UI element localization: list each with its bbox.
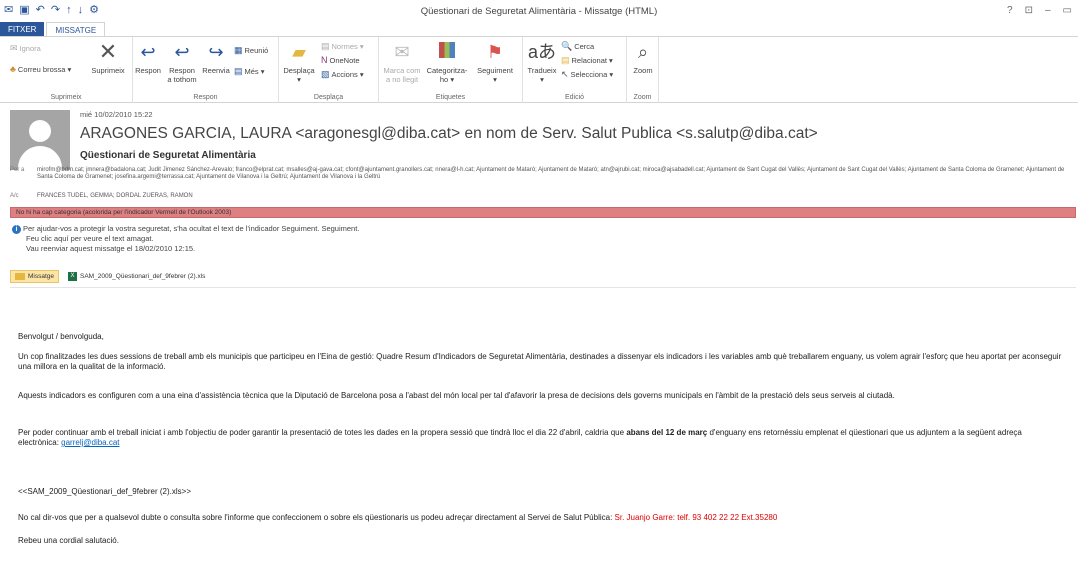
normes-button[interactable]: ▤ Normes ▾ — [321, 41, 364, 52]
window-title: Qüestionari de Seguretat Alimentària - M… — [420, 6, 658, 17]
email-link[interactable]: garrelj@diba.cat — [61, 438, 119, 447]
marca-no-llegit-button[interactable]: ✉ Marca com a no llegit — [381, 41, 423, 84]
ignore-icon: ✉ — [10, 43, 18, 53]
paragraph-2: Aquests indicadors es configuren com a u… — [18, 391, 895, 400]
correu-brossa-button[interactable]: ♣ Correu brossa ▾ — [10, 64, 71, 75]
attachment-message[interactable]: Missatge — [10, 270, 60, 283]
meeting-icon: ▦ — [234, 45, 243, 55]
info-icon: i — [12, 225, 21, 234]
translate-icon: aあ — [527, 42, 556, 62]
flag-icon: ⚑ — [486, 42, 504, 62]
cerca-button[interactable]: 🔍 Cerca — [561, 41, 594, 52]
paragraph-1: Un cop finalitzades les dues sessions de… — [18, 352, 1062, 371]
paragraph-4: No cal dir-vos que per a qualsevol dubte… — [18, 513, 778, 522]
suprimeix-button[interactable]: ✕ Suprimeix — [88, 39, 128, 76]
actions-icon: ▧ — [321, 69, 330, 79]
tab-fitxer[interactable]: FITXER — [0, 22, 45, 37]
respon-button[interactable]: ↩ Respon — [133, 41, 163, 75]
sender-line[interactable]: ARAGONES GARCIA, LAURA <aragonesgl@diba.… — [80, 125, 818, 143]
accions-button[interactable]: ▧ Accions ▾ — [321, 69, 364, 80]
cc-list[interactable]: FRANCES TUDEL, GEMMA; DORDAL ZUERAS, RAM… — [37, 193, 1077, 200]
junk-icon: ♣ — [10, 64, 16, 74]
onenote-button[interactable]: N OneNote — [321, 55, 360, 66]
tab-missatge[interactable]: MISSATGE — [46, 22, 106, 37]
to-label: Per a — [10, 167, 25, 173]
tradueix-button[interactable]: aあ Tradueix ▾ — [525, 41, 559, 84]
reenvia-button[interactable]: ↪ Reenvia — [200, 41, 232, 75]
group-suprimeix: ✉ Ignora ♣ Correu brossa ▾ ✕ Suprimeix Sup… — [0, 37, 133, 103]
minimize-button[interactable]: – — [1045, 5, 1051, 16]
more-icon: ▤ — [234, 66, 243, 76]
move-folder-icon: ▰ — [292, 42, 306, 62]
reply-icon: ↩ — [140, 42, 156, 62]
group-zoom: ⌕ Zoom Zoom — [627, 37, 659, 103]
category-infobar: No hi ha cap categoria (acolorida per l'… — [10, 207, 1076, 218]
desplaca-button[interactable]: ▰ Desplaça ▾ — [281, 41, 317, 84]
relacionat-button[interactable]: ▤ Relacionat ▾ — [561, 55, 613, 66]
group-desplaca: ▰ Desplaça ▾ ▤ Normes ▾ N OneNote ▧ Accions … — [279, 37, 379, 103]
sent-date: mié 10/02/2010 15:22 — [80, 110, 153, 119]
excel-icon: X — [68, 272, 78, 281]
header-divider — [10, 287, 1076, 288]
find-icon: 🔍 — [561, 41, 573, 51]
delete-icon: ✕ — [98, 39, 118, 64]
maximize-button[interactable]: ▭ — [1063, 5, 1072, 16]
help-button[interactable]: ? — [1007, 5, 1013, 16]
magnifier-icon: ⌕ — [637, 42, 649, 62]
group-edicio: aあ Tradueix ▾ 🔍 Cerca ▤ Relacionat ▾ ↖ Selec… — [523, 37, 627, 103]
message-subject: Qüestionari de Seguretat Alimentària — [80, 150, 256, 161]
closing: Rebeu una cordial salutació. — [18, 536, 119, 545]
ignora-button[interactable]: ✉ Ignora — [10, 43, 41, 54]
ribbon: ✉ Ignora ♣ Correu brossa ▾ ✕ Suprimeix Sup… — [0, 36, 1078, 103]
reply-all-icon: ↩ — [174, 42, 190, 62]
attachment-bar: Missatge X SAM_2009_Qüestionari_def_9feb… — [10, 270, 210, 283]
related-icon: ▤ — [561, 55, 570, 65]
security-notice[interactable]: i Per ajudar-vos a protegir la vostra seg… — [12, 224, 359, 254]
ribbon-tabs: FITXER MISSATGE — [0, 22, 106, 37]
forward-icon: ↪ — [208, 42, 224, 62]
group-respon: ↩ Respon ↩ Respon a tothom ↪ Reenvia ▦ Reu… — [133, 37, 279, 103]
zoom-button[interactable]: ⌕ Zoom — [627, 41, 659, 75]
window-controls: ? ⊡ – ▭ — [1007, 5, 1072, 16]
respon-tothom-button[interactable]: ↩ Respon a tothom — [165, 41, 199, 84]
reunio-button[interactable]: ▦ Reunió — [234, 45, 268, 56]
mes-button[interactable]: ▤ Més ▾ — [234, 66, 265, 77]
group-etiquetes: ✉ Marca com a no llegit Categoritza-ho ▾ … — [379, 37, 523, 103]
categorize-icon — [424, 41, 470, 63]
rules-icon: ▤ — [321, 41, 330, 51]
onenote-icon: N — [321, 55, 328, 65]
title-bar: ✉ ▣ ↶ ↷ ↑ ↓ ⚙ Qüestionari de Seguretat A… — [0, 0, 1078, 22]
cc-label: A/c — [10, 193, 19, 199]
paragraph-3: Per poder continuar amb el treball inici… — [18, 428, 1022, 447]
to-list[interactable]: mirofm@bdm.cat; jmnera@badalona.cat; Jud… — [37, 167, 1077, 181]
ribbon-display-button[interactable]: ⊡ — [1025, 5, 1033, 16]
select-icon: ↖ — [561, 69, 569, 79]
cc-recipients: A/c FRANCES TUDEL, GEMMA; DORDAL ZUERAS,… — [10, 193, 193, 200]
greeting: Benvolgut / benvolguda, — [18, 332, 104, 341]
attachment-reference: <<SAM_2009_Qüestionari_def_9febrer (2).x… — [18, 487, 191, 496]
attachment-xls[interactable]: X SAM_2009_Qüestionari_def_9febrer (2).x… — [63, 270, 210, 283]
selecciona-button[interactable]: ↖ Selecciona ▾ — [561, 69, 613, 80]
contact-info: Sr. Juanjo Garre: telf. 93 402 22 22 Ext… — [614, 513, 778, 522]
message-icon — [15, 273, 25, 280]
mark-unread-icon: ✉ — [394, 42, 410, 62]
categoritza-button[interactable]: Categoritza-ho ▾ — [424, 41, 470, 84]
to-recipients: Per a mirofm@bdm.cat; jmnera@badalona.ca… — [10, 167, 1064, 180]
sender-avatar — [10, 110, 70, 170]
seguiment-button[interactable]: ⚑ Seguiment ▾ — [473, 41, 517, 84]
